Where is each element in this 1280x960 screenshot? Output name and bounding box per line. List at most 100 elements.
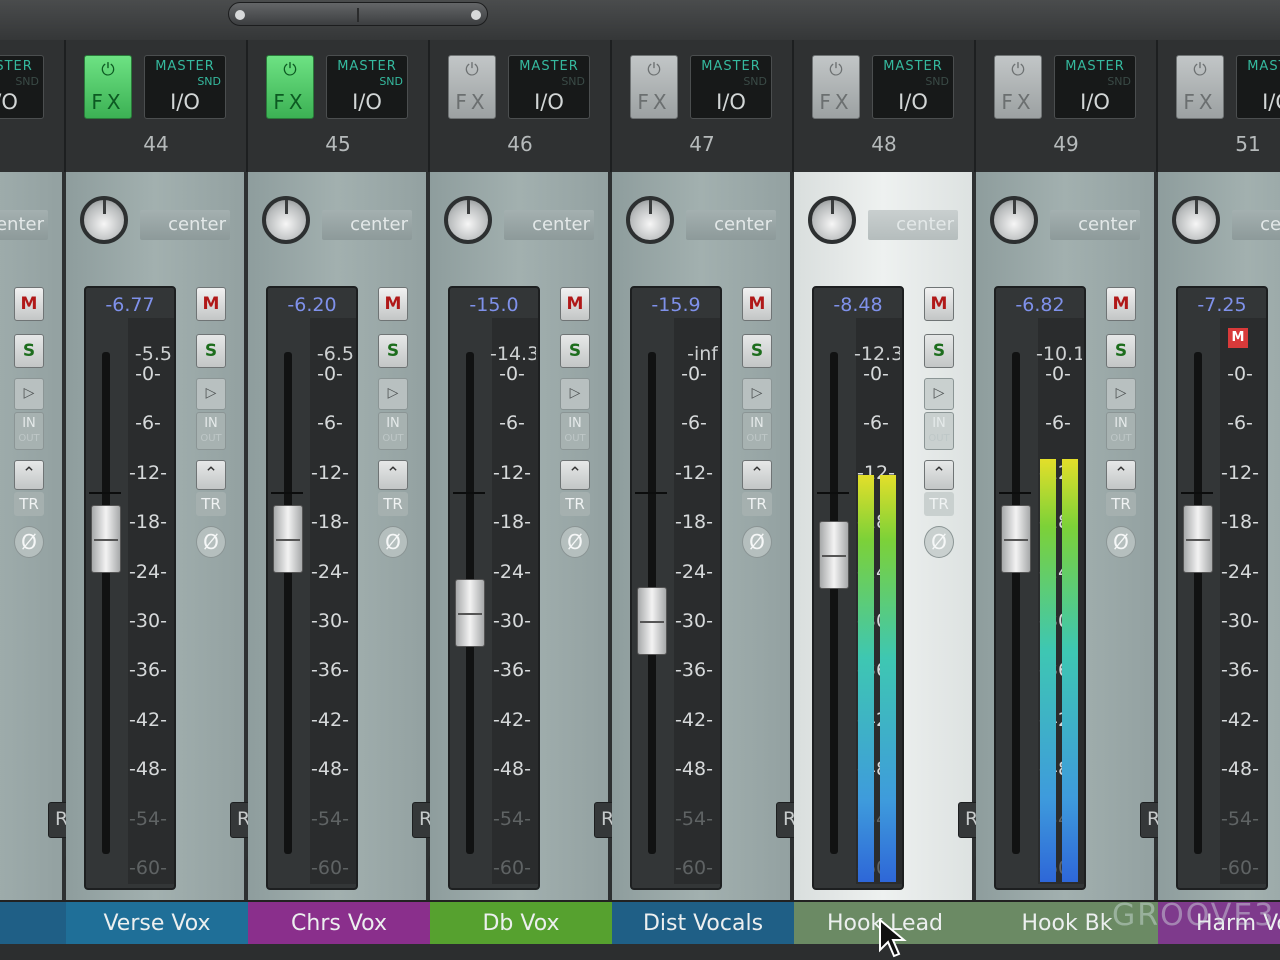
monitor-play-icon[interactable]: ▷ bbox=[378, 378, 408, 410]
fader-track[interactable] bbox=[284, 352, 292, 854]
peak-readout[interactable]: -inf bbox=[672, 343, 718, 365]
channel-strip-45[interactable]: ⏻ FX MASTER SND I/O 45 center -6.20 -6.5… bbox=[248, 40, 430, 960]
channel-strip-46[interactable]: ⏻ FX MASTER SND I/O 46 center -15.0 -14.… bbox=[430, 40, 612, 960]
mute-button[interactable]: M bbox=[742, 287, 772, 321]
input-monitor-button[interactable]: IN OUT bbox=[560, 412, 590, 450]
pan-knob[interactable] bbox=[262, 196, 310, 244]
solo-button[interactable]: S bbox=[1106, 334, 1136, 368]
track-mode-button[interactable]: TR bbox=[1106, 492, 1136, 516]
envelope-icon[interactable]: ⌃ bbox=[924, 460, 954, 490]
envelope-icon[interactable]: ⌃ bbox=[742, 460, 772, 490]
record-mode-button[interactable]: R bbox=[594, 802, 612, 838]
routing-io-button[interactable]: MASTER SND I/O bbox=[1236, 55, 1280, 119]
peak-clip-indicator[interactable]: M bbox=[1228, 328, 1248, 348]
record-mode-button[interactable]: R bbox=[958, 802, 976, 838]
volume-fader[interactable] bbox=[273, 504, 303, 573]
pan-display[interactable]: center bbox=[322, 210, 412, 240]
peak-readout[interactable]: -6.5 bbox=[308, 343, 354, 365]
envelope-icon[interactable]: ⌃ bbox=[14, 460, 44, 490]
phase-invert-icon[interactable]: Ø bbox=[560, 526, 590, 558]
volume-fader[interactable] bbox=[455, 578, 485, 647]
volume-readout[interactable]: -15.9 bbox=[632, 294, 720, 316]
track-mode-button[interactable]: TR bbox=[560, 492, 590, 516]
envelope-icon[interactable]: ⌃ bbox=[1106, 460, 1136, 490]
mute-button[interactable]: M bbox=[14, 287, 44, 321]
channel-strip-partial[interactable]: ⏻ FX MASTER SND I/O center -0--6--12--18… bbox=[0, 40, 66, 960]
track-mode-button[interactable]: TR bbox=[378, 492, 408, 516]
record-mode-button[interactable]: R bbox=[1140, 802, 1158, 838]
record-mode-button[interactable]: R bbox=[412, 802, 430, 838]
peak-readout[interactable]: -5.5 bbox=[126, 343, 172, 365]
volume-readout[interactable]: -7.25 bbox=[1178, 294, 1266, 316]
mute-button[interactable]: M bbox=[924, 287, 954, 321]
track-name[interactable]: Chrs Vox bbox=[248, 900, 430, 944]
solo-button[interactable]: S bbox=[378, 334, 408, 368]
phase-invert-icon[interactable]: Ø bbox=[924, 526, 954, 558]
volume-readout[interactable]: -6.77 bbox=[86, 294, 174, 316]
record-mode-button[interactable]: R bbox=[48, 802, 66, 838]
routing-io-button[interactable]: MASTER SND I/O bbox=[508, 55, 590, 119]
volume-fader[interactable] bbox=[637, 587, 667, 655]
track-mode-button[interactable]: TR bbox=[14, 492, 44, 516]
fx-button[interactable]: ⏻ FX bbox=[448, 55, 496, 119]
volume-readout[interactable]: -8.48 bbox=[814, 294, 902, 316]
input-monitor-button[interactable]: IN OUT bbox=[742, 412, 772, 450]
track-name[interactable]: Db Vox bbox=[430, 900, 612, 944]
fader-track[interactable] bbox=[1194, 352, 1202, 854]
monitor-play-icon[interactable]: ▷ bbox=[560, 378, 590, 410]
routing-io-button[interactable]: MASTER SND I/O bbox=[1054, 55, 1136, 119]
record-mode-button[interactable]: R bbox=[776, 802, 794, 838]
pan-knob[interactable] bbox=[1172, 196, 1220, 244]
volume-fader[interactable] bbox=[819, 521, 849, 590]
channel-strip-51[interactable]: ⏻ FX MASTER SND I/O 51 center -7.25 M -0… bbox=[1158, 40, 1280, 960]
peak-readout[interactable]: -10.1 bbox=[1036, 343, 1082, 365]
phase-invert-icon[interactable]: Ø bbox=[14, 526, 44, 558]
peak-readout[interactable]: -12.3 bbox=[854, 343, 900, 365]
solo-button[interactable]: S bbox=[560, 334, 590, 368]
envelope-icon[interactable]: ⌃ bbox=[560, 460, 590, 490]
fader-track[interactable] bbox=[1012, 352, 1020, 854]
track-name[interactable]: Dist Vocals bbox=[612, 900, 794, 944]
solo-button[interactable]: S bbox=[196, 334, 226, 368]
horizontal-scrollbar[interactable] bbox=[228, 2, 488, 26]
track-name[interactable]: Verse Vox bbox=[66, 900, 248, 944]
track-mode-button[interactable]: TR bbox=[196, 492, 226, 516]
input-monitor-button[interactable]: IN OUT bbox=[924, 412, 954, 450]
fx-button[interactable]: ⏻ FX bbox=[84, 55, 132, 119]
volume-fader[interactable] bbox=[1001, 504, 1031, 573]
fx-button[interactable]: ⏻ FX bbox=[994, 55, 1042, 119]
pan-display[interactable]: center bbox=[1050, 210, 1140, 240]
input-monitor-button[interactable]: IN OUT bbox=[378, 412, 408, 450]
fx-button[interactable]: ⏻ FX bbox=[1176, 55, 1224, 119]
fx-button[interactable]: ⏻ FX bbox=[630, 55, 678, 119]
volume-readout[interactable]: -6.82 bbox=[996, 294, 1084, 316]
mute-button[interactable]: M bbox=[196, 287, 226, 321]
phase-invert-icon[interactable]: Ø bbox=[1106, 526, 1136, 558]
phase-invert-icon[interactable]: Ø bbox=[742, 526, 772, 558]
scroll-right-cap[interactable] bbox=[471, 10, 481, 20]
fx-button[interactable]: ⏻ FX bbox=[266, 55, 314, 119]
phase-invert-icon[interactable]: Ø bbox=[196, 526, 226, 558]
peak-readout[interactable]: -14.3 bbox=[490, 343, 536, 365]
pan-knob[interactable] bbox=[80, 196, 128, 244]
mute-button[interactable]: M bbox=[1106, 287, 1136, 321]
channel-strip-44[interactable]: ⏻ FX MASTER SND I/O 44 center -6.77 -5.5… bbox=[66, 40, 248, 960]
track-mode-button[interactable]: TR bbox=[742, 492, 772, 516]
scroll-left-cap[interactable] bbox=[235, 10, 245, 20]
envelope-icon[interactable]: ⌃ bbox=[196, 460, 226, 490]
pan-display[interactable]: center bbox=[868, 210, 958, 240]
fader-track[interactable] bbox=[102, 352, 110, 854]
monitor-play-icon[interactable]: ▷ bbox=[742, 378, 772, 410]
pan-display[interactable]: center bbox=[140, 210, 230, 240]
phase-invert-icon[interactable]: Ø bbox=[378, 526, 408, 558]
routing-io-button[interactable]: MASTER SND I/O bbox=[0, 55, 44, 119]
mute-button[interactable]: M bbox=[560, 287, 590, 321]
channel-strip-49[interactable]: ⏻ FX MASTER SND I/O 49 center -6.82 -10.… bbox=[976, 40, 1158, 960]
monitor-play-icon[interactable]: ▷ bbox=[196, 378, 226, 410]
volume-fader[interactable] bbox=[1183, 504, 1213, 573]
routing-io-button[interactable]: MASTER SND I/O bbox=[144, 55, 226, 119]
input-monitor-button[interactable]: IN OUT bbox=[14, 412, 44, 450]
channel-strip-48[interactable]: ⏻ FX MASTER SND I/O 48 center -8.48 -12.… bbox=[794, 40, 976, 960]
pan-knob[interactable] bbox=[444, 196, 492, 244]
monitor-play-icon[interactable]: ▷ bbox=[14, 378, 44, 410]
